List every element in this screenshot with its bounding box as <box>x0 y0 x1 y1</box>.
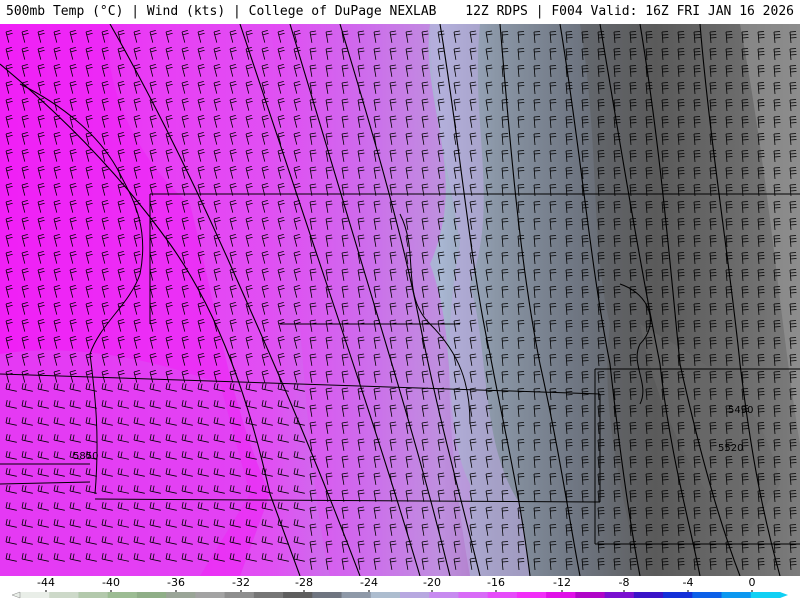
forecast-map-view: 500mb Temp (°C) | Wind (kts) | College o… <box>0 0 800 600</box>
colorbar-segment <box>253 592 284 598</box>
contour-label-5490: 5490 <box>728 405 753 416</box>
colorbar-segment <box>312 592 343 598</box>
map-header: 500mb Temp (°C) | Wind (kts) | College o… <box>0 0 800 24</box>
temperature-colorbar: -44 -40 -36 -32 -28 -24 -20 -16 -12 -8 -4 0 <box>0 576 800 600</box>
colorbar-segment <box>750 592 781 598</box>
colorbar-segment <box>195 592 226 598</box>
colorbar-segment <box>458 592 489 598</box>
colorbar-segment <box>721 592 752 598</box>
colorbar-segment <box>20 592 50 598</box>
colorbar-segment <box>663 592 693 598</box>
colorbar-segment <box>224 592 255 598</box>
colorbar-segment <box>604 592 635 598</box>
weather-map: 5850 5490 5520 <box>0 24 800 576</box>
colorbar-segment <box>341 592 372 598</box>
colorbar-segment <box>546 592 576 598</box>
colorbar-segment <box>370 592 401 598</box>
contour-label-5850: 5850 <box>73 451 98 462</box>
colorbar-segment <box>516 592 547 598</box>
product-title: 500mb Temp (°C) | Wind (kts) | College o… <box>6 4 437 19</box>
colorbar-segment <box>107 592 138 598</box>
colorbar-segment <box>692 592 723 598</box>
colorbar-segment <box>283 592 313 598</box>
colorbar-segment <box>575 592 606 598</box>
colorbar-max-arrow <box>780 592 788 598</box>
colorbar-segment <box>49 592 79 598</box>
contour-label-5520: 5520 <box>718 443 743 454</box>
colorbar-segment <box>136 592 167 598</box>
colorbar-segment <box>78 592 109 598</box>
colorbar-segment <box>429 592 459 598</box>
colorbar-min-arrow <box>11 591 21 599</box>
colorbar-segment <box>400 592 430 598</box>
colorbar-segment <box>487 592 518 598</box>
model-valid-time: 12Z RDPS | F004 Valid: 16Z FRI JAN 16 20… <box>465 4 794 19</box>
colorbar-segment <box>633 592 664 598</box>
colorbar-segment <box>166 592 196 598</box>
